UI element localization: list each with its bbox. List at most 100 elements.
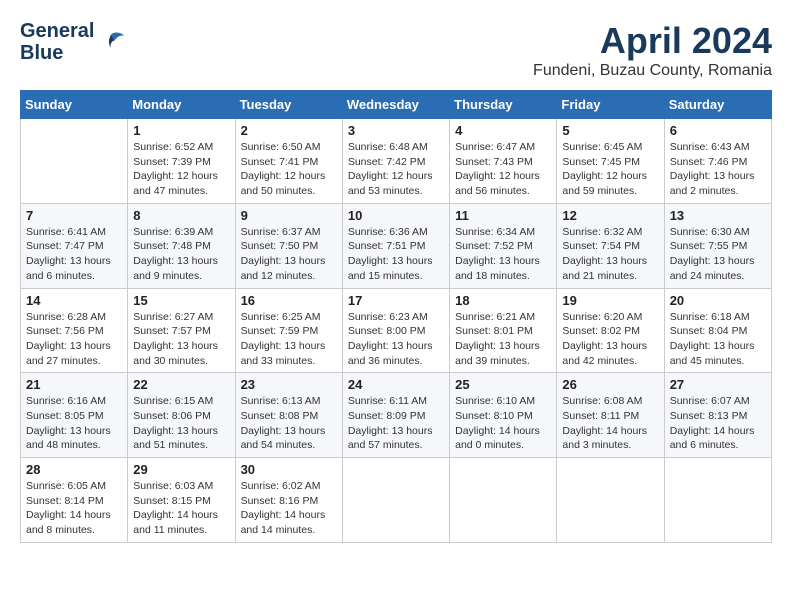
day-info: Sunrise: 6:08 AM Sunset: 8:11 PM Dayligh… — [562, 394, 658, 453]
calendar-cell: 19 Sunrise: 6:20 AM Sunset: 8:02 PM Dayli… — [557, 288, 664, 373]
calendar-cell: 16 Sunrise: 6:25 AM Sunset: 7:59 PM Dayli… — [235, 288, 342, 373]
day-info: Sunrise: 6:52 AM Sunset: 7:39 PM Dayligh… — [133, 140, 229, 199]
day-header-monday: Monday — [128, 91, 235, 119]
day-header-tuesday: Tuesday — [235, 91, 342, 119]
calendar-cell: 6 Sunrise: 6:43 AM Sunset: 7:46 PM Daylig… — [664, 119, 771, 204]
calendar-cell: 22 Sunrise: 6:15 AM Sunset: 8:06 PM Dayli… — [128, 373, 235, 458]
day-number: 3 — [348, 123, 444, 138]
day-number: 14 — [26, 293, 122, 308]
week-row-5: 28 Sunrise: 6:05 AM Sunset: 8:14 PM Dayli… — [21, 458, 772, 543]
day-info: Sunrise: 6:25 AM Sunset: 7:59 PM Dayligh… — [241, 310, 337, 369]
calendar-cell: 10 Sunrise: 6:36 AM Sunset: 7:51 PM Dayli… — [342, 203, 449, 288]
day-number: 8 — [133, 208, 229, 223]
day-info: Sunrise: 6:16 AM Sunset: 8:05 PM Dayligh… — [26, 394, 122, 453]
day-number: 27 — [670, 377, 766, 392]
day-info: Sunrise: 6:30 AM Sunset: 7:55 PM Dayligh… — [670, 225, 766, 284]
calendar-cell: 7Sunrise: 6:41 AM Sunset: 7:47 PM Daylig… — [21, 203, 128, 288]
day-number: 10 — [348, 208, 444, 223]
calendar-cell — [450, 458, 557, 543]
day-number: 24 — [348, 377, 444, 392]
day-info: Sunrise: 6:37 AM Sunset: 7:50 PM Dayligh… — [241, 225, 337, 284]
day-number: 5 — [562, 123, 658, 138]
day-info: Sunrise: 6:13 AM Sunset: 8:08 PM Dayligh… — [241, 394, 337, 453]
calendar-cell: 26 Sunrise: 6:08 AM Sunset: 8:11 PM Dayli… — [557, 373, 664, 458]
day-header-saturday: Saturday — [664, 91, 771, 119]
day-number: 20 — [670, 293, 766, 308]
calendar-cell: 30 Sunrise: 6:02 AM Sunset: 8:16 PM Dayli… — [235, 458, 342, 543]
day-info: Sunrise: 6:32 AM Sunset: 7:54 PM Dayligh… — [562, 225, 658, 284]
day-header-sunday: Sunday — [21, 91, 128, 119]
day-info: Sunrise: 6:43 AM Sunset: 7:46 PM Dayligh… — [670, 140, 766, 199]
calendar-cell: 15 Sunrise: 6:27 AM Sunset: 7:57 PM Dayli… — [128, 288, 235, 373]
day-number: 22 — [133, 377, 229, 392]
calendar-cell: 21 Sunrise: 6:16 AM Sunset: 8:05 PM Dayli… — [21, 373, 128, 458]
day-info: Sunrise: 6:50 AM Sunset: 7:41 PM Dayligh… — [241, 140, 337, 199]
day-number: 6 — [670, 123, 766, 138]
day-header-friday: Friday — [557, 91, 664, 119]
calendar-cell: 27Sunrise: 6:07 AM Sunset: 8:13 PM Dayli… — [664, 373, 771, 458]
day-info: Sunrise: 6:34 AM Sunset: 7:52 PM Dayligh… — [455, 225, 551, 284]
calendar-cell: 1 Sunrise: 6:52 AM Sunset: 7:39 PM Daylig… — [128, 119, 235, 204]
calendar-cell: 12Sunrise: 6:32 AM Sunset: 7:54 PM Dayli… — [557, 203, 664, 288]
day-info: Sunrise: 6:21 AM Sunset: 8:01 PM Dayligh… — [455, 310, 551, 369]
day-number: 21 — [26, 377, 122, 392]
day-info: Sunrise: 6:48 AM Sunset: 7:42 PM Dayligh… — [348, 140, 444, 199]
day-number: 30 — [241, 462, 337, 477]
day-number: 23 — [241, 377, 337, 392]
day-number: 16 — [241, 293, 337, 308]
location: Fundeni, Buzau County, Romania — [533, 62, 772, 80]
calendar-cell: 4 Sunrise: 6:47 AM Sunset: 7:43 PM Daylig… — [450, 119, 557, 204]
day-info: Sunrise: 6:02 AM Sunset: 8:16 PM Dayligh… — [241, 479, 337, 538]
day-number: 2 — [241, 123, 337, 138]
logo-bird-icon — [96, 27, 126, 57]
day-number: 25 — [455, 377, 551, 392]
week-row-3: 14 Sunrise: 6:28 AM Sunset: 7:56 PM Dayli… — [21, 288, 772, 373]
calendar-cell — [557, 458, 664, 543]
day-info: Sunrise: 6:27 AM Sunset: 7:57 PM Dayligh… — [133, 310, 229, 369]
day-number: 13 — [670, 208, 766, 223]
day-number: 26 — [562, 377, 658, 392]
day-info: Sunrise: 6:10 AM Sunset: 8:10 PM Dayligh… — [455, 394, 551, 453]
day-number: 28 — [26, 462, 122, 477]
calendar-cell: 24 Sunrise: 6:11 AM Sunset: 8:09 PM Dayli… — [342, 373, 449, 458]
month-title: April 2024 — [533, 20, 772, 62]
day-info: Sunrise: 6:36 AM Sunset: 7:51 PM Dayligh… — [348, 225, 444, 284]
day-number: 11 — [455, 208, 551, 223]
calendar-cell: 2 Sunrise: 6:50 AM Sunset: 7:41 PM Daylig… — [235, 119, 342, 204]
calendar-cell: 25 Sunrise: 6:10 AM Sunset: 8:10 PM Dayli… — [450, 373, 557, 458]
logo-text: General Blue — [20, 20, 94, 64]
day-header-wednesday: Wednesday — [342, 91, 449, 119]
day-number: 15 — [133, 293, 229, 308]
day-info: Sunrise: 6:18 AM Sunset: 8:04 PM Dayligh… — [670, 310, 766, 369]
day-number: 29 — [133, 462, 229, 477]
day-number: 19 — [562, 293, 658, 308]
calendar-cell: 5 Sunrise: 6:45 AM Sunset: 7:45 PM Daylig… — [557, 119, 664, 204]
day-number: 18 — [455, 293, 551, 308]
day-info: Sunrise: 6:47 AM Sunset: 7:43 PM Dayligh… — [455, 140, 551, 199]
calendar-cell: 18 Sunrise: 6:21 AM Sunset: 8:01 PM Dayli… — [450, 288, 557, 373]
calendar-cell: 8 Sunrise: 6:39 AM Sunset: 7:48 PM Daylig… — [128, 203, 235, 288]
day-info: Sunrise: 6:20 AM Sunset: 8:02 PM Dayligh… — [562, 310, 658, 369]
logo: General Blue — [20, 20, 126, 64]
week-row-2: 7Sunrise: 6:41 AM Sunset: 7:47 PM Daylig… — [21, 203, 772, 288]
day-info: Sunrise: 6:23 AM Sunset: 8:00 PM Dayligh… — [348, 310, 444, 369]
day-number: 4 — [455, 123, 551, 138]
header-row: SundayMondayTuesdayWednesdayThursdayFrid… — [21, 91, 772, 119]
calendar-cell: 29Sunrise: 6:03 AM Sunset: 8:15 PM Dayli… — [128, 458, 235, 543]
calendar-cell: 9 Sunrise: 6:37 AM Sunset: 7:50 PM Daylig… — [235, 203, 342, 288]
day-number: 17 — [348, 293, 444, 308]
calendar-cell — [342, 458, 449, 543]
page-header: General Blue April 2024 Fundeni, Buzau C… — [20, 20, 772, 80]
calendar-table: SundayMondayTuesdayWednesdayThursdayFrid… — [20, 90, 772, 543]
day-info: Sunrise: 6:11 AM Sunset: 8:09 PM Dayligh… — [348, 394, 444, 453]
calendar-cell: 13 Sunrise: 6:30 AM Sunset: 7:55 PM Dayli… — [664, 203, 771, 288]
day-info: Sunrise: 6:28 AM Sunset: 7:56 PM Dayligh… — [26, 310, 122, 369]
day-number: 1 — [133, 123, 229, 138]
week-row-1: 1 Sunrise: 6:52 AM Sunset: 7:39 PM Daylig… — [21, 119, 772, 204]
calendar-cell — [21, 119, 128, 204]
day-info: Sunrise: 6:05 AM Sunset: 8:14 PM Dayligh… — [26, 479, 122, 538]
day-info: Sunrise: 6:15 AM Sunset: 8:06 PM Dayligh… — [133, 394, 229, 453]
day-info: Sunrise: 6:39 AM Sunset: 7:48 PM Dayligh… — [133, 225, 229, 284]
day-number: 9 — [241, 208, 337, 223]
day-info: Sunrise: 6:45 AM Sunset: 7:45 PM Dayligh… — [562, 140, 658, 199]
